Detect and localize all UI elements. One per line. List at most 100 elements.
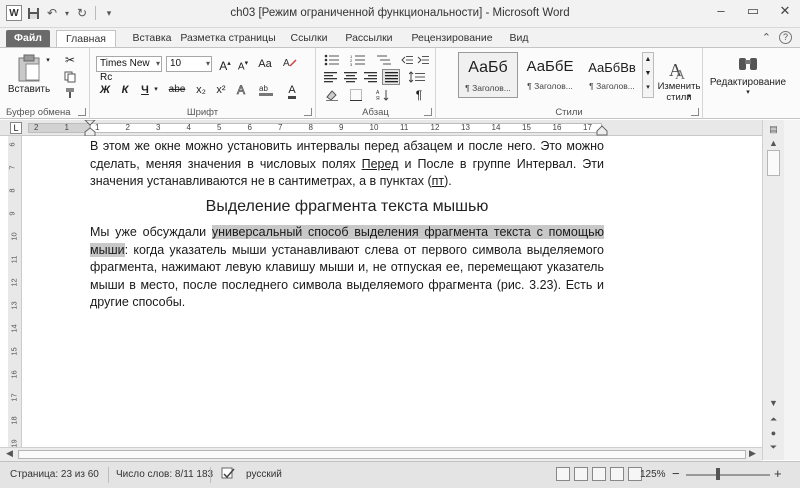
editing-button[interactable]: Редактирование ▾ [707, 52, 789, 98]
paragraph-1[interactable]: В этом же окне можно установить интервал… [90, 138, 604, 191]
scroll-left-icon[interactable]: ◀ [3, 448, 16, 461]
zoom-slider[interactable] [686, 474, 770, 476]
vertical-scroll-thumb[interactable] [767, 150, 780, 176]
word-count[interactable]: Число слов: 8/11 183 [116, 469, 213, 480]
styles-down-icon[interactable]: ▼ [643, 67, 653, 81]
tab-review[interactable]: Рецензирование [404, 30, 500, 48]
tab-view[interactable]: Вид [504, 30, 534, 48]
tab-insert[interactable]: Вставка [126, 30, 178, 48]
tab-selector-icon[interactable]: L [10, 122, 22, 134]
style-heading-1[interactable]: АаБб ¶ Заголов... [458, 52, 518, 98]
subscript-button[interactable]: x₂ [192, 82, 210, 98]
bold-button[interactable]: Ж [96, 82, 114, 98]
underline-dropdown-icon[interactable]: ▾ [152, 82, 160, 98]
scroll-right-icon[interactable]: ▶ [746, 448, 759, 461]
copy-icon[interactable] [62, 70, 78, 84]
font-name-value: Times New Rc [100, 58, 150, 83]
superscript-button[interactable]: x² [212, 82, 230, 98]
styles-launcher-icon[interactable] [691, 108, 699, 116]
outline-view-icon[interactable] [610, 467, 624, 481]
proofing-icon[interactable] [220, 466, 236, 485]
font-launcher-icon[interactable] [304, 108, 312, 116]
clear-formatting-icon[interactable]: A [280, 56, 300, 72]
strikethrough-button[interactable]: abe [164, 82, 190, 98]
horizontal-scroll-thumb[interactable] [18, 450, 746, 459]
section-heading[interactable]: Выделение фрагмента текста мышью [90, 198, 604, 216]
ruler-number: 16 [552, 123, 562, 132]
print-layout-icon[interactable] [556, 467, 570, 481]
group-paragraph: 123 АЯ ¶ Абзац [316, 48, 436, 119]
ruler-number: 11 [400, 123, 409, 132]
font-name-dropdown-icon[interactable]: ▾ [156, 57, 160, 71]
paste-dropdown-icon[interactable]: ▾ [44, 56, 52, 64]
para1-field-after: После [417, 156, 454, 171]
indent-marker-icon[interactable] [84, 120, 96, 136]
select-browse-object-icon[interactable]: ● [767, 428, 780, 441]
shrink-font-button[interactable]: A▾ [234, 56, 252, 72]
paragraph-launcher-icon[interactable] [424, 108, 432, 116]
help-icon[interactable]: ? [779, 31, 792, 44]
bullets-icon[interactable] [322, 53, 342, 67]
horizontal-ruler[interactable]: L 2 1 1 2 3 4 5 6 7 8 9 10 11 12 13 14 15 16 17 [0, 120, 800, 136]
font-color-button[interactable]: A [282, 82, 302, 99]
change-styles-button[interactable]: AA Изменить стили ▾ [656, 50, 702, 106]
font-size-field[interactable]: 10 ▾ [166, 56, 212, 72]
zoom-level[interactable]: 125% [640, 469, 666, 480]
shading-icon[interactable] [322, 88, 342, 102]
paste-label: Вставить [7, 83, 51, 95]
justify-icon[interactable] [382, 69, 400, 85]
web-layout-icon[interactable] [592, 467, 606, 481]
close-icon[interactable]: ✕ [776, 3, 794, 19]
vertical-scrollbar[interactable]: ▤ ▲ ▼ ⏶ ● ⏷ [762, 120, 784, 460]
styles-up-icon[interactable]: ▲ [643, 53, 653, 67]
vertical-ruler[interactable]: 6 7 8 9 10 11 12 13 14 15 16 17 18 19 [8, 136, 22, 458]
language-indicator[interactable]: русский [246, 469, 282, 480]
format-painter-icon[interactable] [62, 86, 78, 100]
sort-icon[interactable]: АЯ [374, 88, 392, 102]
ruler-number: 9 [339, 123, 344, 132]
font-name-field[interactable]: Times New Rc ▾ [96, 56, 162, 83]
document-area[interactable]: В этом же окне можно установить интервал… [22, 136, 762, 458]
style-heading-3[interactable]: АаБбВв ¶ Заголов... [582, 52, 642, 98]
multilevel-list-icon[interactable] [374, 53, 394, 67]
text-effects-icon[interactable]: A [234, 82, 252, 98]
minimize-ribbon-icon[interactable]: ⌃ [762, 31, 771, 44]
right-indent-marker-icon[interactable] [596, 124, 608, 136]
tab-mailings[interactable]: Рассылки [340, 30, 398, 48]
align-left-icon[interactable] [322, 70, 338, 84]
full-screen-reading-icon[interactable] [574, 467, 588, 481]
align-right-icon[interactable] [362, 70, 378, 84]
zoom-in-button[interactable]: + [774, 466, 782, 481]
previous-page-icon[interactable]: ⏶ [767, 414, 780, 427]
grow-font-button[interactable]: A▴ [216, 56, 234, 73]
tab-home[interactable]: Главная [56, 30, 116, 48]
tab-file[interactable]: Файл [6, 30, 50, 48]
paragraph-2[interactable]: Мы уже обсуждали универсальный способ вы… [90, 224, 605, 312]
next-page-icon[interactable]: ⏷ [767, 442, 780, 455]
maximize-icon[interactable]: ▭ [744, 3, 762, 19]
line-spacing-icon[interactable] [406, 70, 428, 84]
zoom-out-button[interactable]: − [672, 466, 680, 481]
align-center-icon[interactable] [342, 70, 358, 84]
increase-indent-icon[interactable] [416, 53, 430, 67]
italic-button[interactable]: К [116, 82, 134, 98]
minimize-icon[interactable]: – [712, 3, 730, 19]
numbering-icon[interactable]: 123 [348, 53, 368, 67]
styles-more-icon[interactable]: ▾ [643, 81, 653, 95]
tab-references[interactable]: Ссылки [284, 30, 334, 48]
cut-icon[interactable]: ✂ [62, 53, 78, 67]
show-marks-button[interactable]: ¶ [410, 87, 428, 103]
style-heading-2[interactable]: АаБбЕ ¶ Заголов... [520, 52, 580, 98]
tab-page-layout[interactable]: Разметка страницы [180, 30, 276, 48]
decrease-indent-icon[interactable] [400, 53, 414, 67]
highlight-color-icon[interactable]: ab [256, 82, 278, 98]
horizontal-scrollbar[interactable]: ◀ ▶ [0, 447, 762, 461]
scroll-down-icon[interactable]: ▼ [767, 398, 780, 411]
font-size-dropdown-icon[interactable]: ▾ [206, 57, 210, 71]
clipboard-launcher-icon[interactable] [78, 108, 86, 116]
ruler-toggle-icon[interactable]: ▤ [767, 124, 780, 137]
change-case-button[interactable]: Aa [254, 56, 276, 72]
borders-icon[interactable] [346, 88, 366, 102]
zoom-slider-knob[interactable] [716, 468, 720, 480]
page-count[interactable]: Страница: 23 из 60 [10, 469, 99, 480]
